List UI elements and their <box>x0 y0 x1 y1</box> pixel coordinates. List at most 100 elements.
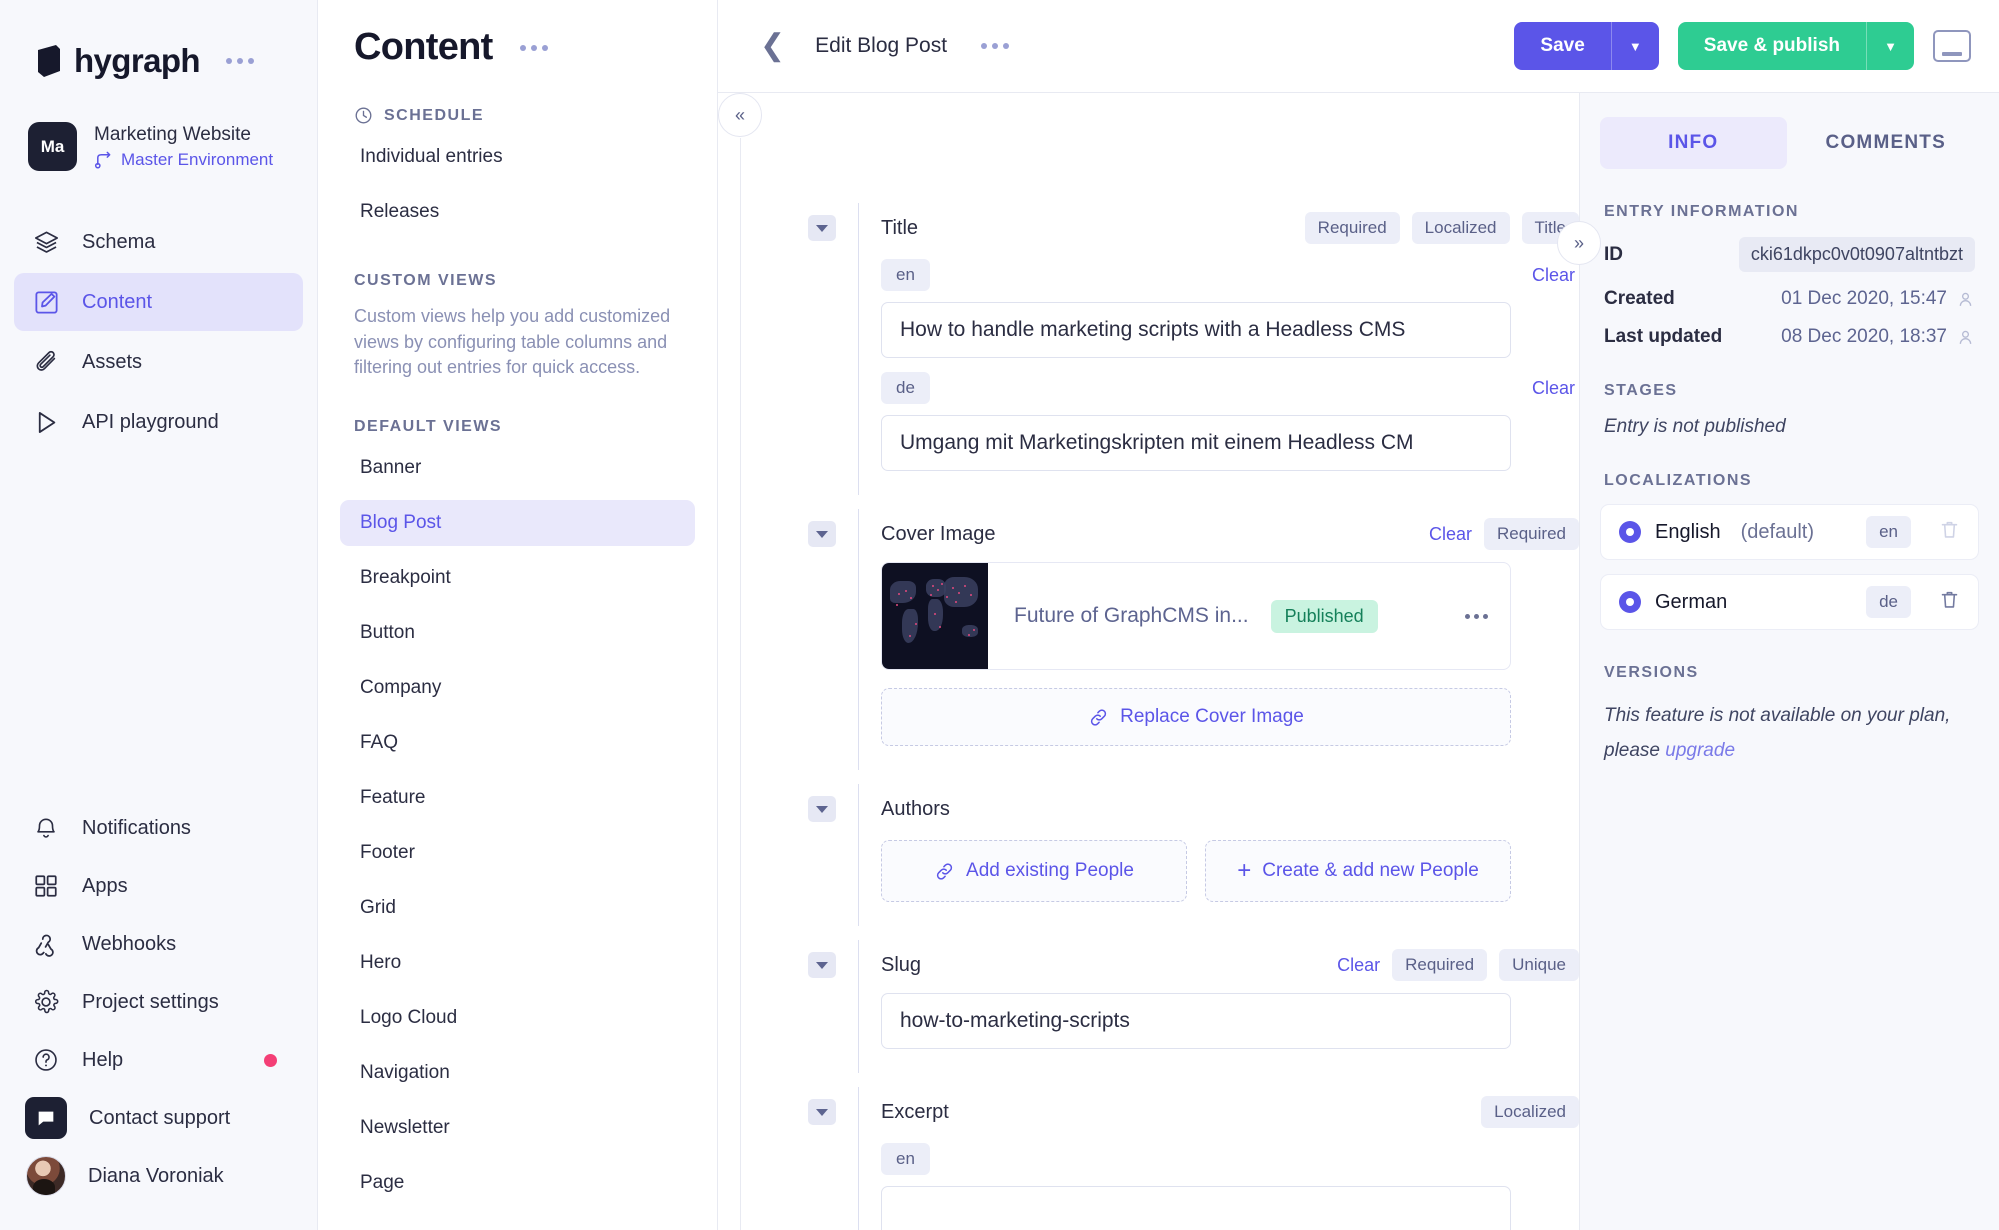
view-item-hero[interactable]: Hero <box>340 940 695 986</box>
save-button[interactable]: Save ▼ <box>1514 22 1659 70</box>
schedule-item-releases[interactable]: Releases <box>340 189 695 235</box>
status-badge: Localized <box>1411 212 1510 244</box>
editor-body: « Title Required Localized Title en Clea… <box>718 93 1999 1230</box>
save-button-label: Save <box>1514 22 1611 70</box>
view-item-button[interactable]: Button <box>340 610 695 656</box>
back-button[interactable]: ❮ <box>752 31 793 61</box>
sidebar-item-apps[interactable]: Apps <box>14 858 303 914</box>
trash-icon[interactable] <box>1939 519 1960 545</box>
panel-toggle-icon[interactable] <box>1933 30 1971 62</box>
view-item-footer[interactable]: Footer <box>340 830 695 876</box>
field-collapse-toggle[interactable] <box>808 796 836 822</box>
create-add-new-people-label: Create & add new People <box>1262 859 1479 881</box>
schedule-item-individual-entries[interactable]: Individual entries <box>340 134 695 180</box>
status-badge: Required <box>1304 212 1400 244</box>
play-icon <box>32 408 60 436</box>
ellipsis-icon[interactable] <box>981 43 1010 49</box>
collapse-sidebar-button[interactable]: « <box>718 93 762 137</box>
sidebar-item-user[interactable]: Diana Voroniak <box>14 1148 303 1204</box>
tab-info[interactable]: INFO <box>1600 117 1787 169</box>
view-item-company[interactable]: Company <box>340 665 695 711</box>
info-panel: » INFO COMMENTS ENTRY INFORMATION ID cki… <box>1557 93 1999 1230</box>
add-existing-people-button[interactable]: Add existing People <box>881 840 1187 902</box>
localization-row-english[interactable]: English (default) en <box>1600 504 1979 560</box>
stages-status: Entry is not published <box>1604 416 1786 437</box>
create-add-new-people-button[interactable]: + Create & add new People <box>1205 840 1511 902</box>
sidebar-item-schema[interactable]: Schema <box>14 213 303 271</box>
sidebar-item-label: Webhooks <box>82 932 177 955</box>
view-item-feature[interactable]: Feature <box>340 775 695 821</box>
replace-cover-image-button[interactable]: Replace Cover Image <box>881 688 1511 746</box>
localization-row-german[interactable]: German de <box>1600 574 1979 630</box>
user-name: Diana Voroniak <box>88 1164 224 1187</box>
ellipsis-icon[interactable] <box>225 58 254 64</box>
localization-code: de <box>1866 586 1911 618</box>
brand: hygraph <box>0 0 317 80</box>
field-label: Authors <box>881 797 950 820</box>
field-collapse-toggle[interactable] <box>808 521 836 547</box>
chevron-down-icon[interactable]: ▼ <box>1866 22 1914 70</box>
ellipsis-icon[interactable] <box>519 44 548 51</box>
link-icon <box>936 862 953 880</box>
view-item-faq[interactable]: FAQ <box>340 720 695 766</box>
tab-comments[interactable]: COMMENTS <box>1793 117 1980 169</box>
sidebar-item-api-playground[interactable]: API playground <box>14 393 303 451</box>
eye-icon[interactable] <box>1619 521 1641 543</box>
expand-panel-button[interactable]: » <box>1557 221 1601 265</box>
project-switcher[interactable]: Ma Marketing Website Master Environment <box>0 80 317 171</box>
title-input-en[interactable]: How to handle marketing scripts with a H… <box>881 302 1511 358</box>
sidebar-item-notifications[interactable]: Notifications <box>14 800 303 856</box>
clear-button[interactable]: Clear <box>1429 524 1472 545</box>
primary-nav: Schema Content Assets API playground <box>0 213 317 451</box>
field-collapse-toggle[interactable] <box>808 1099 836 1125</box>
sidebar-item-assets[interactable]: Assets <box>14 333 303 391</box>
ellipsis-icon[interactable] <box>1465 613 1488 619</box>
sidebar-item-project-settings[interactable]: Project settings <box>14 974 303 1030</box>
eye-icon[interactable] <box>1619 591 1641 613</box>
view-item-banner[interactable]: Banner <box>340 445 695 491</box>
entry-id-value[interactable]: cki61dkpc0v0t0907altntbzt <box>1738 237 1975 272</box>
entry-id-label: ID <box>1604 243 1623 265</box>
question-circle-icon <box>32 1046 60 1074</box>
view-item-navigation[interactable]: Navigation <box>340 1050 695 1096</box>
excerpt-textarea[interactable] <box>881 1186 1511 1230</box>
clear-button[interactable]: Clear <box>1532 378 1575 399</box>
locale-chip-en: en <box>881 259 930 291</box>
clear-button[interactable]: Clear <box>1337 955 1380 976</box>
trash-icon[interactable] <box>1939 589 1960 615</box>
bell-icon <box>32 814 60 842</box>
environment-label: Master Environment <box>121 149 274 169</box>
sidebar-item-label: Schema <box>82 230 156 253</box>
localization-name: English <box>1655 520 1721 543</box>
sidebar-item-webhooks[interactable]: Webhooks <box>14 916 303 972</box>
view-item-breakpoint[interactable]: Breakpoint <box>340 555 695 601</box>
hygraph-logo[interactable]: hygraph <box>34 42 201 80</box>
last-updated-label: Last updated <box>1604 326 1723 347</box>
save-and-publish-button[interactable]: Save & publish ▼ <box>1677 22 1914 70</box>
slug-input[interactable]: how-to-marketing-scripts <box>881 993 1511 1049</box>
sidebar-item-contact-support[interactable]: Contact support <box>14 1090 303 1146</box>
status-badge: Required <box>1392 949 1488 981</box>
sidebar-item-content[interactable]: Content <box>14 273 303 331</box>
clear-button[interactable]: Clear <box>1532 265 1575 286</box>
page-title: Content <box>354 26 493 68</box>
field-collapse-toggle[interactable] <box>808 952 836 978</box>
link-icon <box>1090 708 1107 726</box>
asset-card[interactable]: Future of GraphCMS in... Published <box>881 562 1511 670</box>
sidebar-item-help[interactable]: Help <box>14 1032 303 1088</box>
view-item-newsletter[interactable]: Newsletter <box>340 1105 695 1151</box>
title-input-de[interactable]: Umgang mit Marketingskripten mit einem H… <box>881 415 1511 471</box>
chevron-down-icon[interactable]: ▼ <box>1610 22 1659 70</box>
view-item-page[interactable]: Page <box>340 1160 695 1206</box>
upgrade-link[interactable]: upgrade <box>1665 740 1735 761</box>
versions-message: This feature is not available on your pl… <box>1580 698 1999 768</box>
field-collapse-toggle[interactable] <box>808 215 836 241</box>
sidebar-item-label: Assets <box>82 350 143 373</box>
view-item-grid[interactable]: Grid <box>340 885 695 931</box>
info-panel-tabs: INFO COMMENTS <box>1580 93 1999 169</box>
editor-toolbar: ❮ Edit Blog Post Save ▼ Save & publish ▼ <box>718 0 1999 93</box>
editor-title: Edit Blog Post <box>815 34 948 57</box>
view-item-blog-post[interactable]: Blog Post <box>340 499 695 546</box>
environment-link[interactable]: Master Environment <box>94 150 273 170</box>
view-item-logo-cloud[interactable]: Logo Cloud <box>340 995 695 1041</box>
